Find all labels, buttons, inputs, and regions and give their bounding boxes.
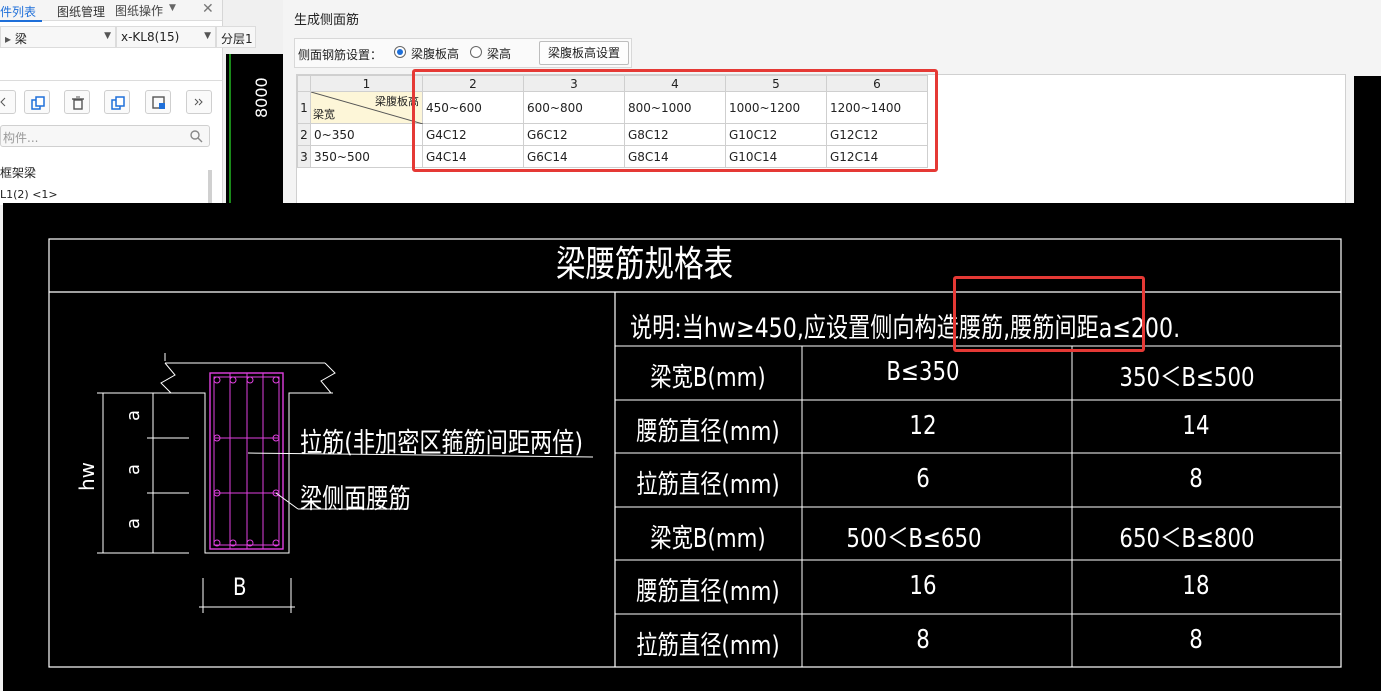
diagonal-header-cell[interactable]: 梁腹板高 梁宽 bbox=[310, 91, 423, 124]
dialog-title: 生成侧面筋 bbox=[294, 13, 360, 28]
table-cell: 拉筋直径(mm) bbox=[636, 470, 780, 500]
arrow-left-icon: ▸ bbox=[5, 32, 15, 46]
save-layer-icon bbox=[152, 96, 165, 109]
caret-down-icon[interactable]: ▼ bbox=[169, 3, 176, 13]
table-cell: 8 bbox=[1189, 625, 1203, 655]
cad-drawing: 梁腰筋规格表 说明:当hw≥450,应设置侧向构造腰筋,腰筋间距a≤200. 拉… bbox=[3, 203, 1381, 691]
delete-button[interactable] bbox=[64, 90, 90, 114]
web-height-settings-button[interactable]: 梁腹板高设置 bbox=[539, 41, 629, 65]
cad-title: 梁腰筋规格表 bbox=[556, 244, 734, 285]
more-button[interactable] bbox=[186, 90, 212, 114]
table-cell: 14 bbox=[1182, 411, 1210, 441]
layer-value: 分层1 bbox=[221, 32, 253, 46]
table-cell: B≤350 bbox=[886, 357, 960, 387]
component-type-dropdown[interactable]: ▸ 梁 ▼ bbox=[0, 26, 116, 48]
b-label: B bbox=[233, 573, 247, 601]
duplicate-button[interactable] bbox=[104, 90, 130, 114]
radio-web-height-label[interactable]: 梁腹板高 bbox=[411, 45, 459, 62]
table-cell: 12 bbox=[909, 411, 937, 441]
component-dropdown[interactable]: x-KL8(15) ▼ bbox=[116, 26, 216, 48]
caret-down-icon: ▼ bbox=[204, 31, 211, 41]
save-layer-button[interactable] bbox=[145, 90, 171, 114]
grid-corner bbox=[297, 75, 311, 92]
corner-bottom-label: 梁宽 bbox=[313, 108, 335, 121]
hw-label: hw bbox=[75, 461, 99, 491]
component-value: x-KL8(15) bbox=[121, 30, 180, 44]
radio-web-height[interactable] bbox=[394, 46, 406, 58]
highlight-box bbox=[412, 69, 938, 172]
table-cell: 8 bbox=[1189, 464, 1203, 494]
a-label: a bbox=[123, 409, 144, 421]
table-cell: 16 bbox=[909, 571, 937, 601]
radio-beam-height-label[interactable]: 梁高 bbox=[487, 45, 511, 62]
tab-drawing-management[interactable]: 图纸管理 bbox=[57, 3, 105, 20]
col-header[interactable]: 1 bbox=[310, 75, 423, 92]
table-cell: 梁宽B(mm) bbox=[650, 524, 766, 554]
a-label: a bbox=[123, 463, 144, 475]
side-viewport bbox=[1354, 76, 1381, 206]
more-icon bbox=[194, 98, 203, 106]
panel-scrollbar[interactable] bbox=[208, 170, 212, 205]
table-cell: 18 bbox=[1182, 571, 1210, 601]
a-label: a bbox=[123, 517, 144, 529]
tab-component-list[interactable]: 件列表 bbox=[0, 3, 36, 20]
side-bar-label: 梁侧面腰筋 bbox=[300, 484, 411, 515]
table-cell: 腰筋直径(mm) bbox=[636, 577, 780, 607]
radio-beam-height[interactable] bbox=[470, 46, 482, 58]
table-cell: 8 bbox=[916, 625, 930, 655]
grid-cell[interactable]: 350~500 bbox=[310, 145, 423, 168]
chevron-left-icon bbox=[0, 97, 6, 107]
table-cell: 500＜B≤650 bbox=[846, 524, 982, 554]
option-label: 侧面钢筋设置： bbox=[298, 48, 383, 62]
row-header[interactable]: 1 bbox=[297, 91, 311, 124]
component-type-value: 梁 bbox=[14, 32, 27, 46]
search-icon[interactable] bbox=[189, 129, 203, 143]
chevron-left-button[interactable] bbox=[0, 90, 16, 114]
tree-item-frame-beam[interactable]: 框架梁 bbox=[0, 164, 36, 181]
tree-item-l1[interactable]: L1(2) <1> bbox=[0, 188, 58, 201]
drawing-operation-menu[interactable]: 图纸操作 bbox=[115, 2, 163, 19]
table-cell: 650＜B≤800 bbox=[1119, 524, 1255, 554]
copy-icon bbox=[31, 96, 45, 110]
close-icon[interactable]: ✕ bbox=[202, 1, 214, 17]
table-cell: 拉筋直径(mm) bbox=[636, 631, 780, 661]
grid-cell[interactable]: 0~350 bbox=[310, 123, 423, 146]
table-cell: 350＜B≤500 bbox=[1119, 363, 1255, 393]
axis-line bbox=[229, 54, 231, 206]
highlight-box bbox=[953, 276, 1145, 352]
copy-button[interactable] bbox=[24, 90, 50, 114]
table-cell: 6 bbox=[916, 464, 930, 494]
dimension-label: 8000 bbox=[252, 77, 271, 118]
table-cell: 腰筋直径(mm) bbox=[636, 417, 780, 447]
search-placeholder: 构件... bbox=[3, 131, 39, 145]
active-tab-indicator bbox=[0, 20, 42, 22]
duplicate-icon bbox=[111, 96, 125, 110]
layer-dropdown[interactable]: 分层1 bbox=[216, 26, 256, 48]
caret-down-icon: ▼ bbox=[104, 31, 111, 41]
row-header[interactable]: 2 bbox=[297, 123, 311, 146]
delete-icon bbox=[72, 96, 84, 110]
row-header[interactable]: 3 bbox=[297, 145, 311, 168]
tie-bar-label: 拉筋(非加密区箍筋间距两倍) bbox=[300, 428, 583, 459]
panel-tabs bbox=[0, 58, 222, 81]
table-cell: 梁宽B(mm) bbox=[650, 363, 766, 393]
component-search-input[interactable]: 构件... bbox=[0, 125, 210, 147]
